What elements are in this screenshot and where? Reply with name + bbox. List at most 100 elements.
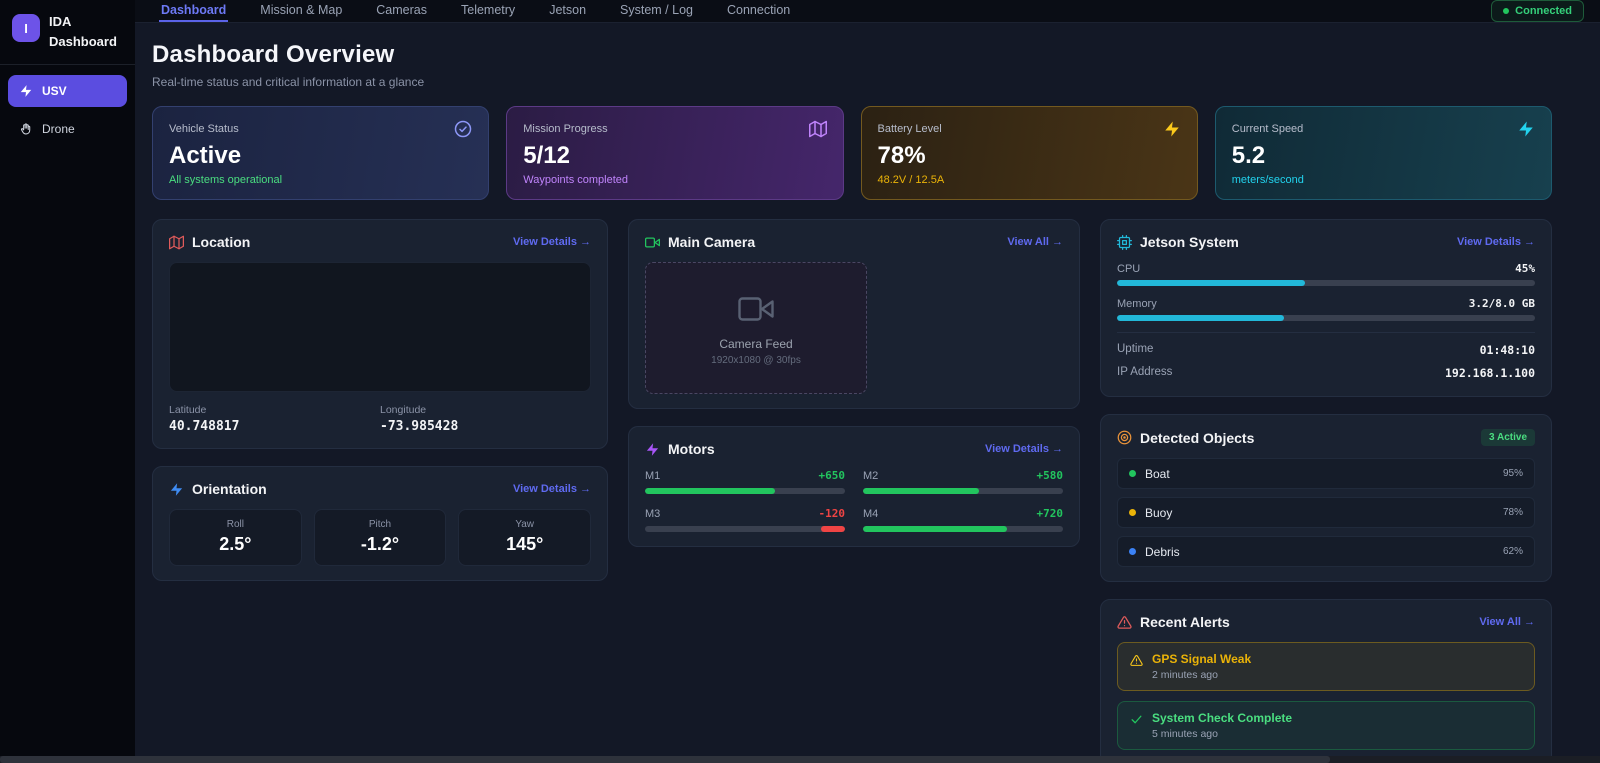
motor-bar	[645, 488, 845, 494]
sidebar-item-label: Drone	[42, 122, 75, 137]
stat-subtext: 48.2V / 12.5A	[877, 174, 945, 186]
yaw-readout: Yaw 145°	[458, 509, 592, 566]
motor-bar	[863, 488, 1063, 494]
detected-object-row: Buoy 78%	[1117, 497, 1535, 528]
motor-value: +580	[1036, 469, 1064, 482]
memory-label: Memory	[1117, 297, 1157, 310]
motor-value: +650	[818, 469, 846, 482]
page-title: Dashboard Overview	[152, 41, 395, 68]
uptime-label: Uptime	[1117, 343, 1154, 355]
detected-object-row: Debris 62%	[1117, 536, 1535, 567]
motor-m2: M2 +580	[863, 469, 1063, 494]
check-circle-icon	[455, 120, 472, 138]
uptime-value: 01:48:10	[1479, 343, 1535, 357]
ip-address-value: 192.168.1.100	[1444, 366, 1535, 380]
tab-dashboard[interactable]: Dashboard	[159, 0, 229, 22]
latitude-label: Latitude	[169, 404, 207, 416]
stat-card-vehicle-status: Vehicle Status Active All systems operat…	[152, 106, 490, 200]
motor-bar	[645, 526, 845, 532]
location-card: Location View Details → Latitude 40.7488…	[152, 219, 608, 449]
top-navigation: Dashboard Mission & Map Cameras Telemetr…	[135, 0, 1600, 23]
tab-jetson[interactable]: Jetson	[547, 0, 588, 22]
motor-label: M3	[645, 507, 661, 520]
object-status-dot	[1129, 509, 1136, 516]
object-name: Debris	[1145, 544, 1180, 559]
camera-view-all-link[interactable]: View All →	[1007, 236, 1063, 248]
stat-label: Vehicle Status	[169, 123, 239, 135]
object-confidence: 78%	[1502, 507, 1523, 518]
map-placeholder	[169, 262, 591, 392]
memory-value: 3.2/8.0 GB	[1468, 297, 1535, 310]
location-view-details-link[interactable]: View Details →	[513, 236, 591, 248]
sidebar-item-drone[interactable]: Drone	[8, 113, 127, 145]
stat-label: Battery Level	[877, 123, 942, 135]
lightning-icon	[1165, 121, 1179, 137]
stat-card-current-speed: Current Speed 5.2 meters/second	[1214, 106, 1552, 200]
tab-telemetry[interactable]: Telemetry	[459, 0, 517, 22]
motor-value: -120	[818, 507, 846, 520]
card-title: Detected Objects	[1140, 429, 1255, 446]
status-dot	[1503, 8, 1510, 14]
motor-m3: M3 -120	[645, 507, 845, 532]
lightning-icon	[646, 442, 659, 456]
sidebar-item-label: USV	[42, 84, 67, 99]
latitude-value: 40.748817	[169, 419, 240, 434]
connection-status-badge: Connected	[1491, 0, 1584, 22]
logo: I IDA Dashboard	[0, 0, 135, 66]
video-camera-icon	[738, 296, 774, 321]
map-icon	[169, 235, 184, 249]
stat-cards-row: Vehicle Status Active All systems operat…	[152, 106, 1552, 200]
sidebar-item-usv[interactable]: USV	[8, 75, 127, 108]
logo-line1: IDA	[49, 14, 72, 29]
camera-feed-spec: 1920x1080 @ 30fps	[711, 354, 801, 366]
cpu-bar	[1117, 280, 1535, 286]
yaw-label: Yaw	[515, 519, 535, 530]
camera-feed-label: Camera Feed	[719, 336, 793, 351]
card-title: Motors	[668, 441, 715, 457]
card-title: Main Camera	[668, 234, 756, 250]
stat-card-battery-level: Battery Level 78% 48.2V / 12.5A	[860, 106, 1198, 200]
cpu-chip-icon	[1117, 234, 1132, 250]
card-title: Location	[192, 234, 251, 250]
map-icon	[808, 120, 827, 138]
logo-title: IDA Dashboard	[49, 12, 117, 52]
logo-line2: Dashboard	[49, 34, 117, 50]
memory-bar	[1117, 315, 1535, 321]
horizontal-scrollbar-thumb[interactable]	[0, 756, 1330, 763]
tab-system-log[interactable]: System / Log	[618, 0, 695, 22]
object-status-dot	[1129, 548, 1136, 555]
stat-subtext: Waypoints completed	[523, 174, 629, 186]
hand-icon	[20, 123, 31, 135]
roll-value: 2.5°	[219, 534, 252, 554]
tab-connection[interactable]: Connection	[725, 0, 792, 22]
lightning-icon	[20, 85, 32, 98]
detected-objects-card: Detected Objects 3 Active Boat 95% Buoy …	[1100, 414, 1552, 582]
motor-label: M2	[863, 469, 879, 482]
motor-label: M4	[863, 507, 879, 520]
dashboard-grid: Location View Details → Latitude 40.7488…	[152, 219, 1552, 763]
tab-cameras[interactable]: Cameras	[374, 0, 429, 22]
yaw-value: 145°	[506, 534, 544, 554]
object-confidence: 95%	[1502, 468, 1523, 479]
alerts-view-all-link[interactable]: View All →	[1479, 616, 1535, 628]
stat-value: 78%	[877, 142, 926, 169]
main-camera-card: Main Camera View All → Camera Feed 1920x…	[628, 219, 1080, 409]
recent-alerts-card: Recent Alerts View All → GPS Signal Weak…	[1100, 599, 1552, 763]
nav-tabs: Dashboard Mission & Map Cameras Telemetr…	[159, 0, 792, 22]
card-title: Recent Alerts	[1140, 614, 1230, 630]
stat-subtext: All systems operational	[169, 174, 283, 186]
cpu-value: 45%	[1515, 262, 1535, 275]
ip-address-label: IP Address	[1117, 366, 1173, 378]
orientation-view-details-link[interactable]: View Details →	[513, 483, 591, 495]
lightning-icon	[1519, 121, 1533, 137]
alert-title: GPS Signal Weak	[1152, 652, 1252, 666]
tab-mission-map[interactable]: Mission & Map	[258, 0, 344, 22]
alert-title: System Check Complete	[1152, 711, 1293, 725]
jetson-view-details-link[interactable]: View Details →	[1457, 236, 1535, 248]
check-icon	[1131, 715, 1142, 724]
alert-time: 2 minutes ago	[1152, 669, 1218, 681]
motors-card: Motors View Details → M1 +650 M2 +580 M3…	[628, 426, 1080, 547]
motors-view-details-link[interactable]: View Details →	[985, 443, 1063, 455]
sidebar-nav: USV Drone	[0, 65, 135, 155]
pitch-label: Pitch	[368, 519, 392, 530]
